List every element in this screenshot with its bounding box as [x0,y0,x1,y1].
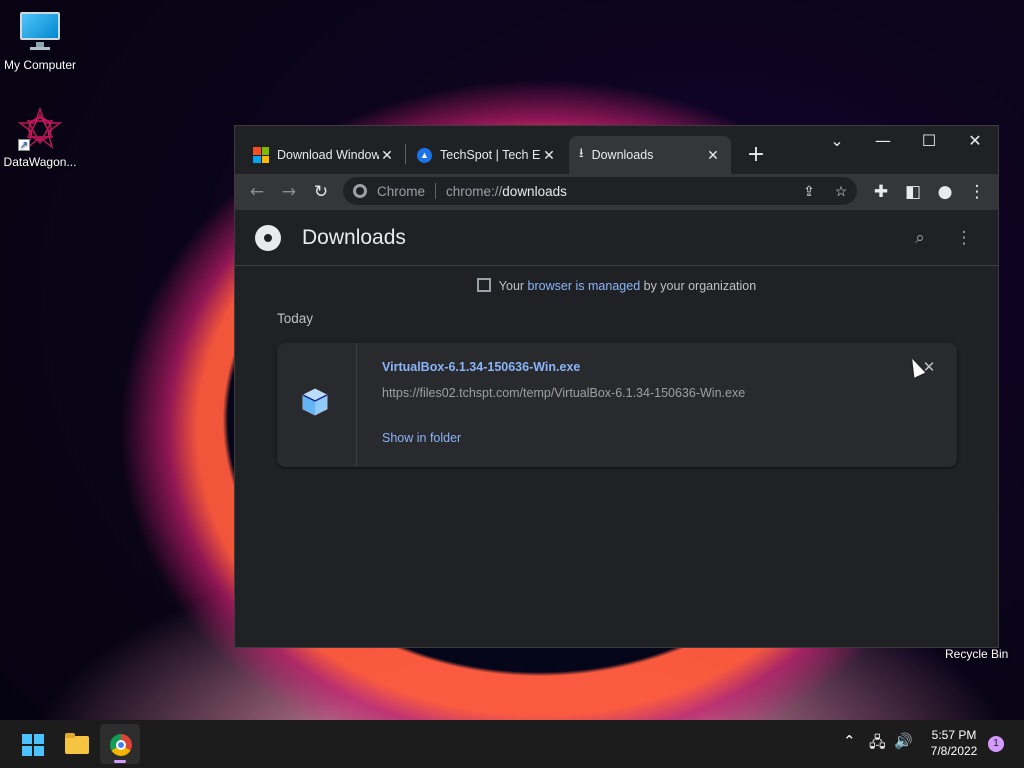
chrome-window: Download Windows ✕ ▲ TechSpot | Tech Ent… [234,125,999,648]
close-window-button[interactable]: ✕ [952,126,998,158]
close-tab-icon[interactable]: ✕ [379,147,395,164]
network-icon[interactable]: 🖧 [869,732,886,757]
shortcut-arrow-icon: ↗ [18,139,30,151]
managed-text: Your [498,279,525,293]
downloads-page: Downloads ⌕ ⋮ Your browser is managed by… [235,210,998,647]
chrome-logo-icon [255,224,281,251]
minimize-button[interactable]: — [860,126,906,158]
tab-title: TechSpot | Tech Enthusiasts [440,148,541,162]
download-source-url[interactable]: https://files02.tchspt.com/temp/VirtualB… [382,386,745,400]
address-bar[interactable]: Chrome chrome:// downloads ⇪ ☆ [343,177,857,205]
desktop-icon-my-computer[interactable]: My Computer [0,10,80,72]
new-tab-button[interactable]: + [741,140,771,170]
profile-icon[interactable]: ● [929,176,961,208]
share-icon[interactable]: ⇪ [795,177,823,205]
page-title: Downloads [302,225,406,249]
is-text[interactable]: is [576,279,585,293]
url-host: downloads [502,183,567,199]
managed-link[interactable]: managed [588,279,640,293]
taskbar: ⌃ 🖧 🔊 5:57 PM 7/8/2022 1 [0,720,1024,768]
techspot-icon: ▲ [417,147,432,163]
managed-suffix: by your organization [643,279,757,293]
side-panel-icon[interactable]: ◧ [897,176,929,208]
datawagon-icon: ↗ [17,106,63,151]
tab-strip: Download Windows ✕ ▲ TechSpot | Tech Ent… [235,126,998,174]
taskbar-file-explorer[interactable] [56,724,96,764]
file-icon-column [277,343,357,467]
browser-toolbar: ← → ↻ Chrome chrome:// downloads ⇪ ☆ ✚ ◧… [235,174,998,210]
taskbar-chrome[interactable] [100,724,140,764]
back-button[interactable]: ← [241,176,273,208]
desktop-icon-label: DataWagon... [3,155,77,169]
url-scheme: chrome:// [446,183,503,199]
forward-button[interactable]: → [273,176,305,208]
chrome-menu-icon[interactable]: ⋮ [961,176,993,208]
download-file-name-link[interactable]: VirtualBox-6.1.34-150636-Win.exe [382,360,580,374]
running-indicator [114,760,126,763]
downloads-header: Downloads ⌕ ⋮ [235,210,998,266]
windows-logo-icon [22,734,44,756]
download-item-card: VirtualBox-6.1.34-150636-Win.exe https:/… [277,343,957,467]
taskbar-clock[interactable]: 5:57 PM 7/8/2022 [920,727,988,759]
reload-button[interactable]: ↻ [305,176,337,208]
chrome-site-icon [353,184,367,198]
tab-download-windows[interactable]: Download Windows ✕ [243,136,405,174]
tab-title: Download Windows [277,148,379,162]
managed-notice: Your browser is managed by your organiza… [235,278,998,293]
show-in-folder-link[interactable]: Show in folder [382,431,461,445]
show-hidden-icons-chevron[interactable]: ⌃ [843,732,856,750]
omnibox-divider [435,183,437,199]
clock-date: 7/8/2022 [930,744,978,758]
tab-techspot[interactable]: ▲ TechSpot | Tech Enthusiasts ✕ [407,136,567,174]
tab-title: Downloads [591,148,654,162]
close-tab-icon[interactable]: ✕ [541,147,557,164]
bookmark-star-icon[interactable]: ☆ [827,177,855,205]
volume-icon[interactable]: 🔊 [894,732,913,750]
more-actions-icon[interactable]: ⋮ [948,222,980,254]
browser-link[interactable]: browser [528,279,572,293]
desktop-icon-datawagon[interactable]: ↗ DataWagon... [0,106,80,169]
search-downloads-icon[interactable]: ⌕ [904,222,936,254]
clock-time: 5:57 PM [931,728,977,742]
tab-separator [405,144,406,164]
building-icon [476,278,491,292]
virtualbox-icon [302,388,328,416]
desktop-icon-label: My Computer [3,58,77,72]
date-group-heading: Today [277,311,314,326]
maximize-button[interactable]: ☐ [906,126,952,158]
microsoft-icon [253,147,269,163]
chrome-icon [110,734,132,756]
tab-downloads[interactable]: ⭳ Downloads ✕ [569,136,731,174]
recycle-bin-label[interactable]: Recycle Bin [945,647,1008,661]
monitor-icon [18,10,62,54]
notification-badge[interactable]: 1 [988,736,1004,752]
download-icon: ⭳ [579,145,584,160]
start-button[interactable] [12,724,52,764]
extensions-icon[interactable]: ✚ [865,176,897,208]
close-tab-icon[interactable]: ✕ [705,147,721,164]
folder-icon [65,733,89,754]
tab-search-button[interactable]: ⌄ [814,126,860,158]
omnibox-chip-label: Chrome [377,183,426,199]
